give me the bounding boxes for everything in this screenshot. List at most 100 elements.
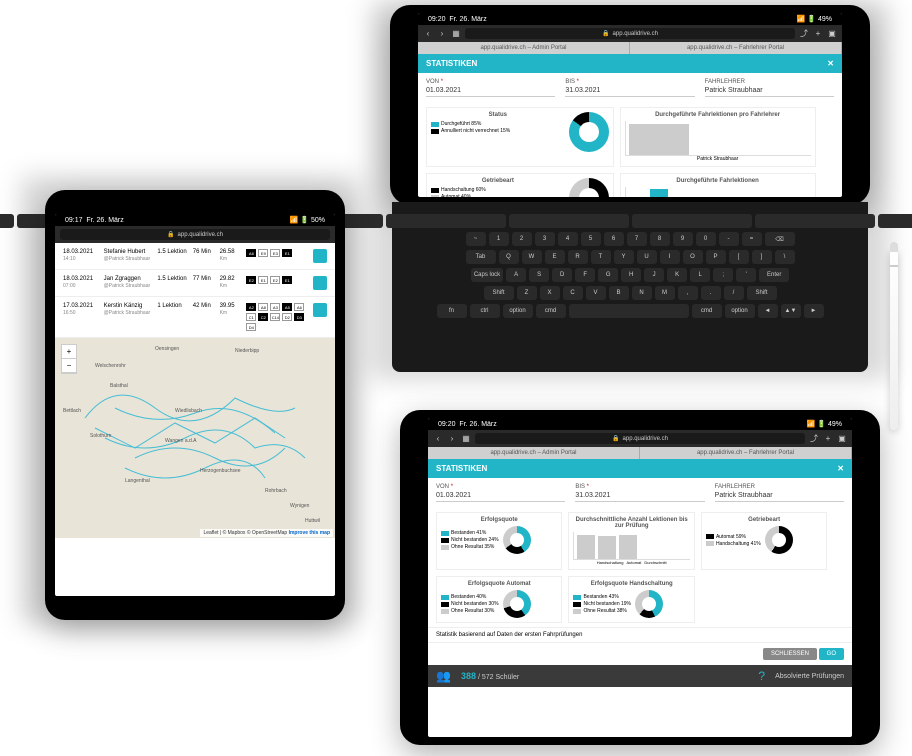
close-button[interactable]: SCHLIESSEN <box>763 648 817 660</box>
key[interactable]: / <box>724 286 744 300</box>
key[interactable]: Enter <box>759 268 789 282</box>
url-field[interactable]: 🔒app.qualidrive.ch <box>465 28 795 39</box>
key[interactable]: 1 <box>489 232 509 246</box>
key[interactable]: M <box>655 286 675 300</box>
key[interactable] <box>0 214 14 228</box>
key[interactable]: Tab <box>466 250 496 264</box>
key[interactable]: H <box>621 268 641 282</box>
tab-trainer[interactable]: app.qualidrive.ch – Fahrlehrer Portal <box>630 42 842 54</box>
key[interactable]: I <box>660 250 680 264</box>
key[interactable]: G <box>598 268 618 282</box>
key[interactable]: ~ <box>466 232 486 246</box>
key[interactable]: F <box>575 268 595 282</box>
lesson-row[interactable]: 18.03.202107:00 Jan Zgraggen@Patrick Str… <box>55 270 335 297</box>
key[interactable]: N <box>632 286 652 300</box>
key[interactable] <box>755 214 875 228</box>
key[interactable]: T <box>591 250 611 264</box>
tabs-icon[interactable]: ▣ <box>827 29 837 39</box>
key[interactable]: A <box>506 268 526 282</box>
key[interactable]: cmd <box>692 304 722 318</box>
sidebar-icon[interactable]: ▦ <box>451 29 461 39</box>
tab-trainer[interactable]: app.qualidrive.ch – Fahrlehrer Portal <box>640 447 852 459</box>
key[interactable]: B <box>609 286 629 300</box>
key[interactable] <box>509 214 629 228</box>
key[interactable]: 0 <box>696 232 716 246</box>
key[interactable]: ▲▼ <box>781 304 801 318</box>
route-map[interactable]: + − OensingenNiederbippLangenthalHerzoge… <box>55 338 335 538</box>
url-field[interactable]: 🔒app.qualidrive.ch <box>60 229 330 240</box>
key[interactable]: Y <box>614 250 634 264</box>
key[interactable]: K <box>667 268 687 282</box>
key[interactable]: U <box>637 250 657 264</box>
key[interactable]: cmd <box>536 304 566 318</box>
key[interactable]: Z <box>517 286 537 300</box>
key[interactable]: 2 <box>512 232 532 246</box>
filter-bis[interactable]: 31.03.2021 <box>575 490 704 502</box>
newtab-icon[interactable]: + <box>813 29 823 39</box>
key[interactable]: D <box>552 268 572 282</box>
key[interactable]: 7 <box>627 232 647 246</box>
key[interactable]: . <box>701 286 721 300</box>
filter-trainer[interactable]: Patrick Straubhaar <box>715 490 844 502</box>
key[interactable]: , <box>678 286 698 300</box>
tab-admin[interactable]: app.qualidrive.ch – Admin Portal <box>428 447 640 459</box>
action-button[interactable] <box>313 249 327 263</box>
key[interactable]: [ <box>729 250 749 264</box>
key[interactable]: Shift <box>747 286 777 300</box>
key[interactable]: Shift <box>484 286 514 300</box>
key[interactable]: 3 <box>535 232 555 246</box>
key[interactable]: ctrl <box>470 304 500 318</box>
tab-admin[interactable]: app.qualidrive.ch – Admin Portal <box>418 42 630 54</box>
key[interactable]: V <box>586 286 606 300</box>
key[interactable]: ; <box>713 268 733 282</box>
url-field[interactable]: 🔒app.qualidrive.ch <box>475 433 805 444</box>
key[interactable]: = <box>742 232 762 246</box>
key[interactable]: E <box>545 250 565 264</box>
key[interactable] <box>386 214 506 228</box>
back-icon[interactable]: ‹ <box>433 434 443 444</box>
lesson-row[interactable]: 18.03.202114:10 Stefanie Hubert@Patrick … <box>55 243 335 270</box>
key[interactable]: fn <box>437 304 467 318</box>
share-icon[interactable]: ⤴ <box>809 434 819 444</box>
action-button[interactable] <box>313 303 327 317</box>
key[interactable]: ] <box>752 250 772 264</box>
key[interactable]: ' <box>736 268 756 282</box>
filter-von[interactable]: 01.03.2021 <box>436 490 565 502</box>
key[interactable] <box>632 214 752 228</box>
filter-bis[interactable]: 31.03.2021 <box>565 85 694 97</box>
forward-icon[interactable]: › <box>447 434 457 444</box>
key[interactable]: L <box>690 268 710 282</box>
key[interactable]: W <box>522 250 542 264</box>
key[interactable]: option <box>725 304 755 318</box>
newtab-icon[interactable]: + <box>823 434 833 444</box>
tabs-icon[interactable]: ▣ <box>837 434 847 444</box>
key[interactable]: 9 <box>673 232 693 246</box>
key[interactable]: 6 <box>604 232 624 246</box>
key[interactable]: P <box>706 250 726 264</box>
lesson-row[interactable]: 17.03.202116:50 Kerstin Känzig@Patrick S… <box>55 297 335 338</box>
key[interactable]: option <box>503 304 533 318</box>
key[interactable] <box>569 304 689 318</box>
share-icon[interactable]: ⤴ <box>799 29 809 39</box>
key[interactable]: ⌫ <box>765 232 795 246</box>
key[interactable]: ◄ <box>758 304 778 318</box>
go-button[interactable]: GO <box>819 648 844 660</box>
filter-von[interactable]: 01.03.2021 <box>426 85 555 97</box>
key[interactable]: - <box>719 232 739 246</box>
key[interactable]: C <box>563 286 583 300</box>
key[interactable]: S <box>529 268 549 282</box>
forward-icon[interactable]: › <box>437 29 447 39</box>
key[interactable]: ► <box>804 304 824 318</box>
close-icon[interactable]: ✕ <box>827 59 834 68</box>
key[interactable]: X <box>540 286 560 300</box>
key[interactable]: J <box>644 268 664 282</box>
students-icon[interactable]: 👥 <box>436 669 451 683</box>
action-button[interactable] <box>313 276 327 290</box>
key[interactable]: 5 <box>581 232 601 246</box>
close-icon[interactable]: ✕ <box>837 464 844 473</box>
back-icon[interactable]: ‹ <box>423 29 433 39</box>
key[interactable]: 8 <box>650 232 670 246</box>
key[interactable]: R <box>568 250 588 264</box>
key[interactable] <box>878 214 912 228</box>
key[interactable]: Q <box>499 250 519 264</box>
